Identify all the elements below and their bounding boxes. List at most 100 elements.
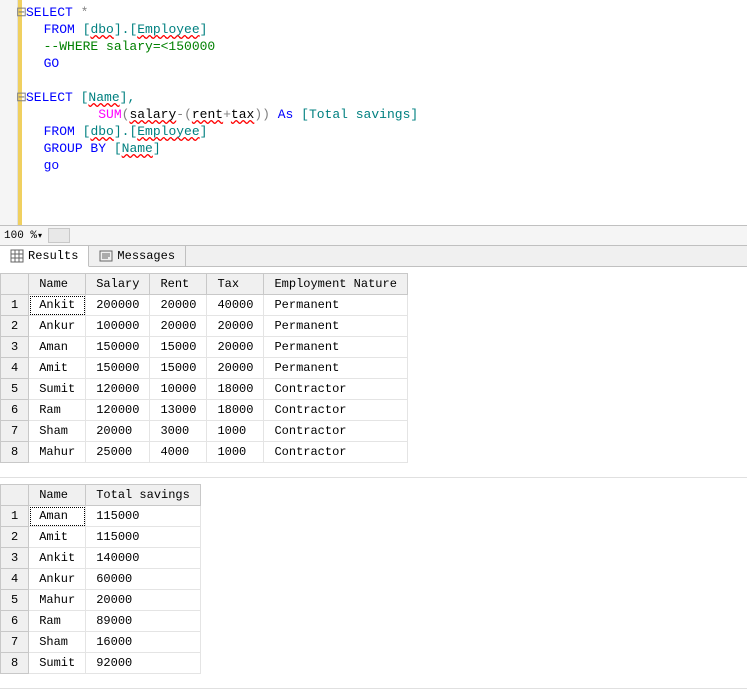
table-cell[interactable]: 89000: [86, 611, 201, 632]
table-row[interactable]: 3Ankit140000: [1, 548, 201, 569]
row-number[interactable]: 3: [1, 337, 29, 358]
table-cell[interactable]: 1000: [207, 421, 264, 442]
table-cell[interactable]: Sham: [29, 421, 86, 442]
table-cell[interactable]: Sumit: [29, 653, 86, 674]
row-number[interactable]: 1: [1, 506, 29, 527]
row-number[interactable]: 2: [1, 316, 29, 337]
table-cell[interactable]: Ram: [29, 611, 86, 632]
table-cell[interactable]: Permanent: [264, 295, 407, 316]
table-cell[interactable]: 10000: [150, 379, 207, 400]
table-cell[interactable]: 15000: [150, 358, 207, 379]
table-cell[interactable]: 18000: [207, 379, 264, 400]
table-cell[interactable]: 20000: [207, 316, 264, 337]
row-number[interactable]: 8: [1, 653, 29, 674]
row-number[interactable]: 2: [1, 527, 29, 548]
table-cell[interactable]: 15000: [150, 337, 207, 358]
table-cell[interactable]: Mahur: [29, 442, 86, 463]
table-cell[interactable]: 20000: [86, 590, 201, 611]
table-cell[interactable]: Ram: [29, 400, 86, 421]
table-row[interactable]: 5Mahur20000: [1, 590, 201, 611]
table-row[interactable]: 4Ankur60000: [1, 569, 201, 590]
table-cell[interactable]: 140000: [86, 548, 201, 569]
tab-messages[interactable]: Messages: [89, 246, 186, 266]
table-cell[interactable]: Sumit: [29, 379, 86, 400]
table-cell[interactable]: 115000: [86, 506, 201, 527]
table-cell[interactable]: 13000: [150, 400, 207, 421]
horizontal-scroll-left[interactable]: [48, 228, 70, 243]
table-cell[interactable]: Aman: [29, 337, 86, 358]
table-cell[interactable]: 150000: [86, 337, 150, 358]
table-cell[interactable]: 40000: [207, 295, 264, 316]
table-cell[interactable]: Mahur: [29, 590, 86, 611]
zoom-level[interactable]: 100 %: [4, 230, 37, 242]
column-header[interactable]: Salary: [86, 274, 150, 295]
table-cell[interactable]: 20000: [207, 358, 264, 379]
table-cell[interactable]: 20000: [207, 337, 264, 358]
table-cell[interactable]: Amit: [29, 358, 86, 379]
table-cell[interactable]: Contractor: [264, 379, 407, 400]
table-cell[interactable]: 18000: [207, 400, 264, 421]
column-header[interactable]: Name: [29, 274, 86, 295]
table-cell[interactable]: 92000: [86, 653, 201, 674]
column-header[interactable]: Rent: [150, 274, 207, 295]
table-cell[interactable]: Sham: [29, 632, 86, 653]
row-number[interactable]: 4: [1, 569, 29, 590]
table-cell[interactable]: Ankit: [29, 548, 86, 569]
table-cell[interactable]: Permanent: [264, 358, 407, 379]
row-number[interactable]: 7: [1, 421, 29, 442]
table-cell[interactable]: 20000: [150, 316, 207, 337]
table-cell[interactable]: 4000: [150, 442, 207, 463]
table-cell[interactable]: Amit: [29, 527, 86, 548]
row-number[interactable]: 7: [1, 632, 29, 653]
row-number[interactable]: 4: [1, 358, 29, 379]
row-number[interactable]: 3: [1, 548, 29, 569]
table-cell[interactable]: 1000: [207, 442, 264, 463]
table-cell[interactable]: 120000: [86, 400, 150, 421]
row-number[interactable]: 1: [1, 295, 29, 316]
table-cell[interactable]: Permanent: [264, 316, 407, 337]
table-cell[interactable]: Contractor: [264, 421, 407, 442]
zoom-dropdown-icon[interactable]: ▾: [38, 231, 42, 241]
table-row[interactable]: 1Ankit2000002000040000Permanent: [1, 295, 408, 316]
table-cell[interactable]: 20000: [86, 421, 150, 442]
table-row[interactable]: 2Amit115000: [1, 527, 201, 548]
employee-table[interactable]: NameSalaryRentTaxEmployment Nature1Ankit…: [0, 273, 408, 463]
table-cell[interactable]: 25000: [86, 442, 150, 463]
column-header[interactable]: Employment Nature: [264, 274, 407, 295]
table-cell[interactable]: 115000: [86, 527, 201, 548]
table-row[interactable]: 6Ram89000: [1, 611, 201, 632]
table-cell[interactable]: Ankur: [29, 316, 86, 337]
sql-editor[interactable]: ⊟SELECT * FROM [dbo].[Employee] --WHERE …: [0, 0, 747, 225]
column-header[interactable]: Name: [29, 485, 86, 506]
table-cell[interactable]: 3000: [150, 421, 207, 442]
table-row[interactable]: 5Sumit1200001000018000Contractor: [1, 379, 408, 400]
table-cell[interactable]: Ankur: [29, 569, 86, 590]
row-number[interactable]: 5: [1, 379, 29, 400]
table-row[interactable]: 1Aman115000: [1, 506, 201, 527]
table-cell[interactable]: Aman: [29, 506, 86, 527]
table-cell[interactable]: 20000: [150, 295, 207, 316]
column-header[interactable]: Tax: [207, 274, 264, 295]
table-cell[interactable]: 150000: [86, 358, 150, 379]
tab-results[interactable]: Results: [0, 246, 89, 267]
table-row[interactable]: 8Mahur2500040001000Contractor: [1, 442, 408, 463]
table-row[interactable]: 6Ram1200001300018000Contractor: [1, 400, 408, 421]
table-row[interactable]: 4Amit1500001500020000Permanent: [1, 358, 408, 379]
table-cell[interactable]: Ankit: [29, 295, 86, 316]
table-cell[interactable]: Permanent: [264, 337, 407, 358]
table-row[interactable]: 8Sumit92000: [1, 653, 201, 674]
table-row[interactable]: 7Sham16000: [1, 632, 201, 653]
row-number[interactable]: 8: [1, 442, 29, 463]
savings-table[interactable]: NameTotal savings1Aman1150002Amit1150003…: [0, 484, 201, 674]
table-row[interactable]: 2Ankur1000002000020000Permanent: [1, 316, 408, 337]
table-cell[interactable]: 120000: [86, 379, 150, 400]
row-number[interactable]: 6: [1, 611, 29, 632]
table-cell[interactable]: 60000: [86, 569, 201, 590]
table-cell[interactable]: 100000: [86, 316, 150, 337]
code-text[interactable]: ⊟SELECT * FROM [dbo].[Employee] --WHERE …: [22, 0, 747, 225]
table-row[interactable]: 7Sham2000030001000Contractor: [1, 421, 408, 442]
row-number[interactable]: 6: [1, 400, 29, 421]
table-cell[interactable]: 16000: [86, 632, 201, 653]
column-header[interactable]: Total savings: [86, 485, 201, 506]
table-cell[interactable]: 200000: [86, 295, 150, 316]
